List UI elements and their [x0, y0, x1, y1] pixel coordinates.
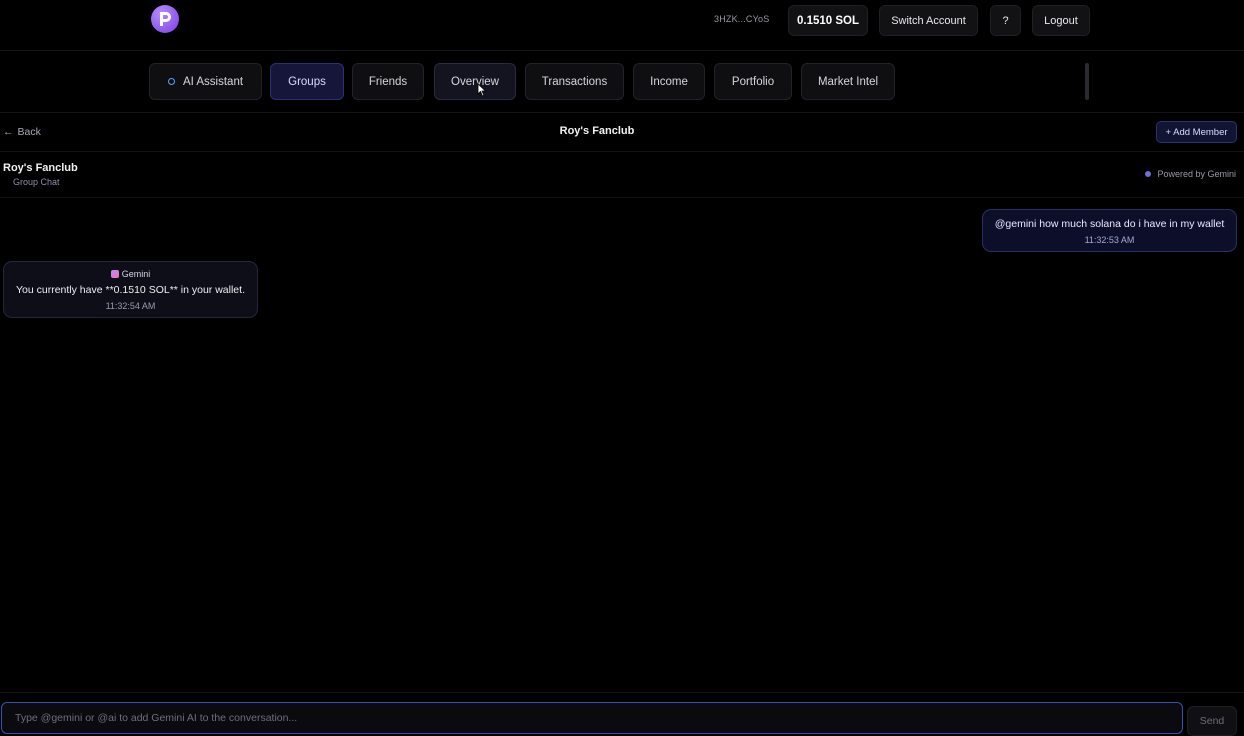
powered-by-badge: Powered by Gemini [1145, 169, 1236, 179]
composer: Send [0, 692, 1244, 736]
user-message: @gemini how much solana do i have in my … [982, 209, 1237, 252]
gemini-icon [110, 270, 119, 278]
status-dot-icon [1145, 171, 1152, 177]
sol-balance-badge: 0.1510 SOL [788, 5, 868, 36]
ai-message: Gemini You currently have **0.1510 SOL**… [3, 261, 258, 318]
tab-transactions[interactable]: Transactions [525, 63, 624, 100]
logo-p-icon [160, 12, 171, 26]
tab-friends[interactable]: Friends [352, 63, 424, 100]
logout-button[interactable]: Logout [1032, 5, 1090, 36]
group-type: Group Chat [13, 177, 60, 187]
tab-portfolio[interactable]: Portfolio [714, 63, 792, 100]
tab-label: Overview [451, 75, 499, 88]
tab-groups[interactable]: Groups [270, 63, 344, 100]
message-timestamp: 11:32:53 AM [1084, 235, 1135, 245]
send-button[interactable]: Send [1187, 706, 1237, 736]
group-info: Roy's Fanclub Group Chat Powered by Gemi… [0, 152, 1244, 198]
message-timestamp: 11:32:54 AM [105, 301, 156, 311]
tab-market-intel[interactable]: Market Intel [801, 63, 895, 100]
message-text: @gemini how much solana do i have in my … [994, 218, 1225, 230]
sender-name: Gemini [121, 269, 151, 279]
switch-account-button[interactable]: Switch Account [879, 5, 978, 36]
tab-label: AI Assistant [182, 75, 244, 88]
tab-label: Portfolio [731, 75, 775, 88]
nav-tabs: AI Assistant Groups Friends Overview Tra… [0, 51, 1244, 113]
ai-status-icon [167, 78, 175, 85]
powered-by-label: Powered by Gemini [1157, 169, 1236, 179]
nav-scrollbar[interactable] [1085, 63, 1089, 100]
group-name: Roy's Fanclub [3, 162, 78, 174]
tab-income[interactable]: Income [633, 63, 705, 100]
message-text: You currently have **0.1510 SOL** in you… [15, 284, 245, 296]
message-sender: Gemini [4, 269, 257, 279]
add-member-button[interactable]: + Add Member [1156, 121, 1237, 143]
top-bar: 3HZK...CYoS 0.1510 SOL Switch Account ? … [0, 0, 1244, 51]
mouse-cursor-icon [477, 83, 487, 97]
wallet-address: 3HZK...CYoS [714, 14, 770, 24]
tab-label: Market Intel [817, 75, 879, 88]
chat-header: ← Back Roy's Fanclub + Add Member [0, 113, 1244, 152]
tab-ai-assistant[interactable]: AI Assistant [149, 63, 262, 100]
tab-label: Groups [288, 75, 326, 88]
page-title: Roy's Fanclub [559, 125, 635, 137]
tab-label: Transactions [541, 75, 608, 88]
tab-overview[interactable]: Overview [434, 63, 516, 100]
message-input[interactable] [1, 702, 1183, 734]
tab-label: Friends [368, 75, 408, 88]
help-button[interactable]: ? [990, 5, 1021, 36]
tab-label: Income [650, 75, 688, 88]
app-logo[interactable] [151, 5, 179, 33]
